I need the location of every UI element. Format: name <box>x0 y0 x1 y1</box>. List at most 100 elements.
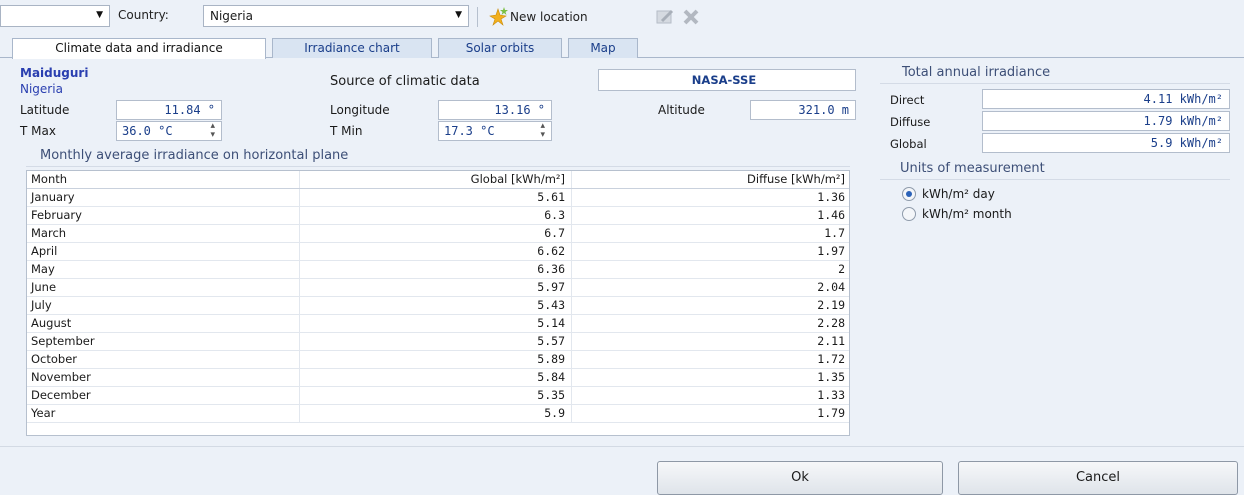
diffuse-field[interactable]: 1.79 kWh/m² <box>982 111 1230 131</box>
location-combo[interactable]: ▼ <box>0 5 110 27</box>
diffuse-cell: 1.35 <box>571 369 849 386</box>
direct-value: 4.11 kWh/m² <box>1143 92 1223 106</box>
global-cell: 5.14 <box>299 315 569 332</box>
city-name: Maiduguri <box>20 66 89 80</box>
chevron-down-icon: ▼ <box>455 10 462 20</box>
toolbar: ▼ Country: Nigeria ▼ New location <box>0 0 1244 34</box>
global-cell: 5.89 <box>299 351 569 368</box>
longitude-field[interactable]: 13.16 ° <box>438 100 552 120</box>
country-name: Nigeria <box>20 82 63 96</box>
new-location-button[interactable]: New location <box>488 5 588 29</box>
diffuse-cell: 2.11 <box>571 333 849 350</box>
table-row[interactable]: March 6.7 1.7 <box>27 225 849 243</box>
table-row[interactable]: October 5.89 1.72 <box>27 351 849 369</box>
source-field[interactable]: NASA-SSE <box>598 69 856 91</box>
radio-selected-icon[interactable] <box>902 187 916 201</box>
delete-x-icon <box>683 9 699 25</box>
divider <box>26 166 850 167</box>
diffuse-cell: 1.72 <box>571 351 849 368</box>
table-row[interactable]: Year 5.9 1.79 <box>27 405 849 423</box>
table-row[interactable]: July 5.43 2.19 <box>27 297 849 315</box>
tab-climate-data[interactable]: Climate data and irradiance <box>12 38 266 59</box>
spinner-arrows-icon[interactable]: ▴ ▾ <box>210 122 215 140</box>
tab-bar: Climate data and irradiance Irradiance c… <box>0 38 1244 59</box>
header-global: Global [kWh/m²] <box>299 171 569 188</box>
month-cell: January <box>31 190 75 204</box>
sparkle-star-icon <box>489 7 508 26</box>
source-label: Source of climatic data <box>330 74 480 89</box>
unit-option-day[interactable]: kWh/m² day <box>902 186 1102 202</box>
cancel-button[interactable]: Cancel <box>958 461 1238 495</box>
ok-label: Ok <box>791 470 809 485</box>
table-row[interactable]: February 6.3 1.46 <box>27 207 849 225</box>
tab-label: Solar orbits <box>465 41 535 55</box>
source-value: NASA-SSE <box>691 73 757 87</box>
divider <box>880 179 1230 180</box>
unit-option-label: kWh/m² month <box>922 207 1012 221</box>
table-row[interactable]: September 5.57 2.11 <box>27 333 849 351</box>
global-cell: 6.36 <box>299 261 569 278</box>
global-cell: 5.57 <box>299 333 569 350</box>
country-combo-value: Nigeria <box>210 9 253 23</box>
global-cell: 5.43 <box>299 297 569 314</box>
month-cell: November <box>31 370 91 384</box>
toolbar-separator <box>477 7 478 27</box>
spinner-arrows-icon[interactable]: ▴ ▾ <box>540 122 545 140</box>
month-cell: July <box>31 298 52 312</box>
longitude-value: 13.16 ° <box>494 103 545 117</box>
latitude-value: 11.84 ° <box>164 103 215 117</box>
monthly-table: Month Global [kWh/m²] Diffuse [kWh/m²] J… <box>26 170 850 436</box>
diffuse-cell: 2.28 <box>571 315 849 332</box>
table-row[interactable]: December 5.35 1.33 <box>27 387 849 405</box>
month-cell: June <box>31 280 57 294</box>
latitude-field[interactable]: 11.84 ° <box>116 100 222 120</box>
month-cell: April <box>31 244 58 258</box>
table-row[interactable]: January 5.61 1.36 <box>27 189 849 207</box>
tab-solar-orbits[interactable]: Solar orbits <box>438 38 562 58</box>
diffuse-cell: 1.36 <box>571 189 849 206</box>
global-label: Global <box>890 137 927 151</box>
month-cell: September <box>31 334 95 348</box>
global-field[interactable]: 5.9 kWh/m² <box>982 133 1230 153</box>
divider <box>880 83 1230 84</box>
altitude-field[interactable]: 321.0 m <box>750 100 856 120</box>
diffuse-cell: 1.97 <box>571 243 849 260</box>
latitude-label: Latitude <box>20 103 70 117</box>
diffuse-value: 1.79 kWh/m² <box>1143 114 1223 128</box>
country-label: Country: <box>118 8 169 22</box>
diffuse-cell: 1.79 <box>571 405 849 422</box>
radio-unselected-icon[interactable] <box>902 207 916 221</box>
direct-field[interactable]: 4.11 kWh/m² <box>982 89 1230 109</box>
altitude-value: 321.0 m <box>798 103 849 117</box>
altitude-label: Altitude <box>658 103 705 117</box>
table-row[interactable]: April 6.62 1.97 <box>27 243 849 261</box>
unit-option-month[interactable]: kWh/m² month <box>902 206 1102 222</box>
country-combo[interactable]: Nigeria ▼ <box>203 5 469 27</box>
table-row[interactable]: May 6.36 2 <box>27 261 849 279</box>
edit-location-button[interactable] <box>654 6 676 28</box>
tmax-spinner[interactable]: 36.0 °C ▴ ▾ <box>116 121 222 141</box>
unit-option-label: kWh/m² day <box>922 187 995 201</box>
delete-location-button[interactable] <box>680 6 702 28</box>
table-header-row: Month Global [kWh/m²] Diffuse [kWh/m²] <box>27 171 849 189</box>
diffuse-cell: 2.04 <box>571 279 849 296</box>
table-row[interactable]: August 5.14 2.28 <box>27 315 849 333</box>
tab-label: Climate data and irradiance <box>55 41 223 55</box>
table-row[interactable]: November 5.84 1.35 <box>27 369 849 387</box>
table-row[interactable]: June 5.97 2.04 <box>27 279 849 297</box>
global-cell: 6.3 <box>299 207 569 224</box>
cancel-label: Cancel <box>1075 470 1121 485</box>
diffuse-cell: 1.7 <box>571 225 849 242</box>
ok-button[interactable]: Ok <box>657 461 943 495</box>
global-cell: 6.62 <box>299 243 569 260</box>
diffuse-cell: 1.46 <box>571 207 849 224</box>
global-cell: 6.7 <box>299 225 569 242</box>
diffuse-cell: 2.19 <box>571 297 849 314</box>
tmin-label: T Min <box>330 124 363 138</box>
tmin-value: 17.3 °C <box>444 124 495 138</box>
diffuse-cell: 2 <box>571 261 849 278</box>
footer-divider <box>0 446 1244 447</box>
tab-irradiance-chart[interactable]: Irradiance chart <box>272 38 432 58</box>
tab-map[interactable]: Map <box>568 38 638 58</box>
tmin-spinner[interactable]: 17.3 °C ▴ ▾ <box>438 121 552 141</box>
